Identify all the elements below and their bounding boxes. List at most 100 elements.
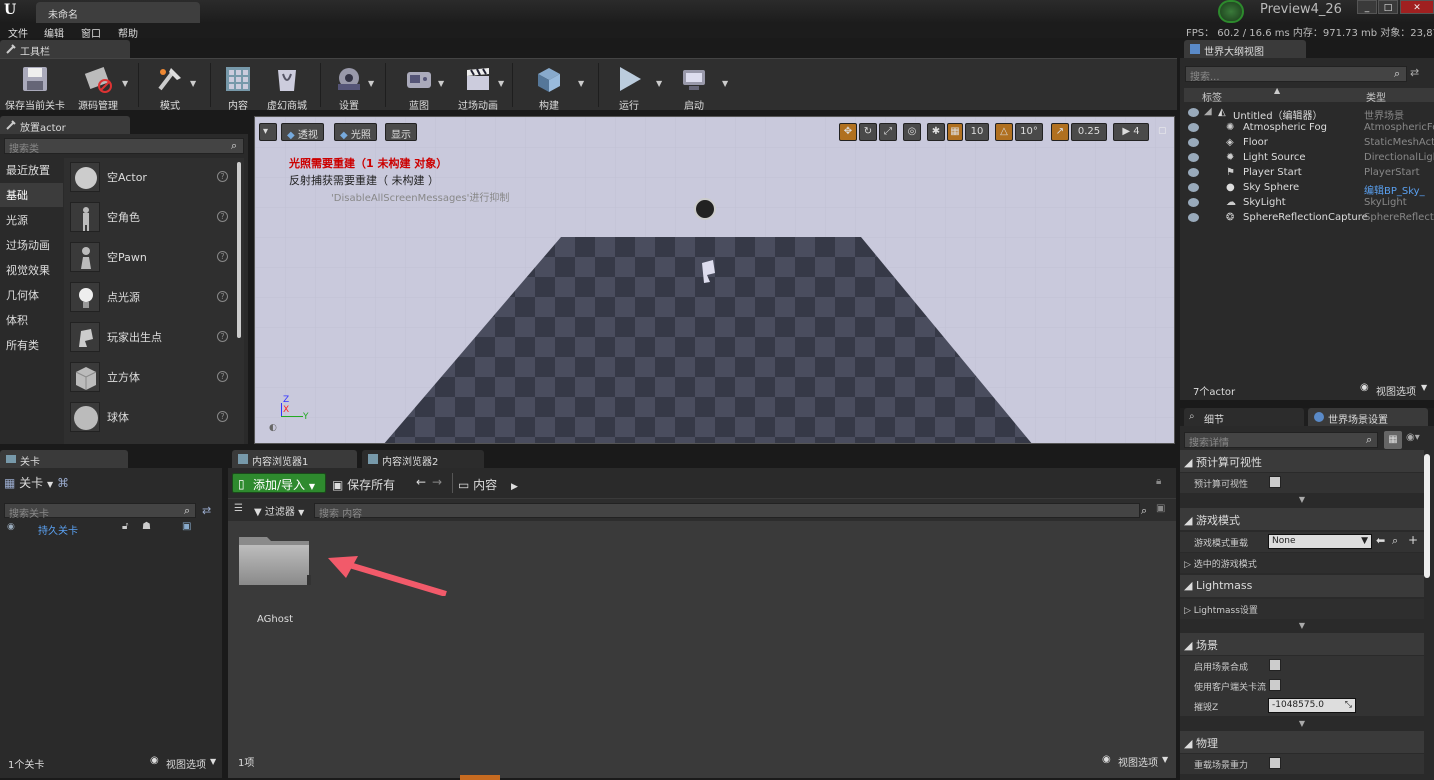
visibility-eye-icon[interactable]: [1188, 213, 1199, 222]
outliner-view-options[interactable]: 视图选项: [1376, 383, 1416, 398]
levels-details-icon[interactable]: ⌘: [57, 476, 69, 490]
folder-aghost-icon[interactable]: [237, 535, 311, 589]
rotate-tool-icon[interactable]: ↻: [859, 123, 877, 141]
chevron-down-icon[interactable]: ▼: [210, 757, 216, 766]
outliner-row-type-link[interactable]: 编辑BP_Sky_: [1364, 182, 1434, 197]
search-icon[interactable]: ⌕: [1366, 433, 1372, 447]
browse-icon[interactable]: ⌕: [1392, 534, 1398, 548]
category-visual-effects[interactable]: 视觉效果: [0, 258, 63, 282]
blueprint-button[interactable]: 蓝图: [394, 61, 444, 112]
category-lights[interactable]: 光源: [0, 208, 63, 232]
scrollbar[interactable]: [237, 162, 241, 338]
search-icon[interactable]: ⌕: [184, 504, 190, 518]
lock-icon[interactable]: 🔓︎: [122, 521, 128, 532]
settings-dropdown-icon[interactable]: ▼: [368, 79, 374, 88]
modes-dropdown-icon[interactable]: ▼: [190, 79, 196, 88]
outliner-row[interactable]: ☁ SkyLight SkyLight: [1180, 196, 1434, 211]
outliner-row[interactable]: ⚑ Player Start PlayerStart: [1180, 166, 1434, 181]
help-icon[interactable]: ?: [217, 331, 228, 342]
advanced-expand-icon[interactable]: ▼: [1180, 719, 1424, 729]
details-tab[interactable]: ⌕ 细节: [1184, 408, 1304, 426]
scale-tool-icon[interactable]: ⤢: [879, 123, 897, 141]
maximize-button[interactable]: □: [1378, 0, 1398, 14]
save-level-button[interactable]: 保存当前关卡: [2, 61, 68, 112]
world-settings-tab[interactable]: 世界场景设置: [1308, 408, 1428, 426]
back-arrow-icon[interactable]: ←: [416, 475, 426, 489]
blueprint-dropdown-icon[interactable]: ▼: [438, 79, 444, 88]
search-icon[interactable]: ⌕: [1141, 504, 1147, 518]
category-geometry[interactable]: 几何体: [0, 283, 63, 307]
use-selected-icon[interactable]: ⬅: [1376, 534, 1385, 547]
section-game-mode[interactable]: ◢ 游戏模式: [1180, 508, 1424, 530]
section-precomputed-visibility[interactable]: ◢ 预计算可视性: [1180, 450, 1424, 472]
menu-help[interactable]: 帮助: [118, 25, 138, 40]
outliner-row[interactable]: ◈ Floor StaticMeshAct: [1180, 136, 1434, 151]
grid-snap-icon[interactable]: ▦: [947, 123, 963, 141]
document-tab[interactable]: 未命名: [36, 2, 200, 23]
chevron-down-icon[interactable]: ▼: [1162, 755, 1168, 764]
help-icon[interactable]: ?: [217, 171, 228, 182]
grid-snap-value[interactable]: 10: [965, 123, 989, 141]
persistent-level-row[interactable]: ◉ 持久关卡 🔓︎ ☗ ▣: [0, 521, 222, 537]
outliner-root-row[interactable]: ◢ ◭ Untitled（编辑器） 世界场景: [1180, 106, 1434, 122]
outliner-search-input[interactable]: 搜索...: [1185, 66, 1407, 83]
column-type-header[interactable]: 类型: [1366, 89, 1386, 104]
play-dropdown-icon[interactable]: ▼: [656, 79, 662, 88]
translate-tool-icon[interactable]: ✥: [839, 123, 857, 141]
client-level-streaming-checkbox[interactable]: [1269, 679, 1281, 691]
search-icon[interactable]: ⌕: [1394, 67, 1400, 81]
content-button[interactable]: 内容: [214, 61, 262, 112]
world-composition-checkbox[interactable]: [1269, 659, 1281, 671]
visibility-eye-icon[interactable]: [1188, 123, 1199, 132]
world-outliner-tab[interactable]: 世界大纲视图: [1184, 40, 1306, 58]
category-basic[interactable]: 基础: [0, 183, 63, 207]
filters-button[interactable]: ▼ 过滤器 ▼: [254, 503, 304, 518]
place-item-empty-character[interactable]: 空角色 ?: [64, 198, 236, 236]
camera-speed-button[interactable]: ▶ 4: [1113, 123, 1149, 141]
world-local-icon[interactable]: ◎: [903, 123, 921, 141]
viewport-info-icon[interactable]: ◐: [269, 423, 277, 433]
content-browser-1-tab[interactable]: 内容浏览器1: [232, 450, 357, 468]
category-recent[interactable]: 最近放置: [0, 158, 63, 182]
section-lightmass[interactable]: ◢ Lightmass: [1180, 575, 1424, 597]
place-item-cube[interactable]: 立方体 ?: [64, 358, 236, 396]
visibility-eye-icon[interactable]: [1188, 183, 1199, 192]
scale-snap-icon[interactable]: ↗: [1051, 123, 1069, 141]
place-item-empty-actor[interactable]: 空Actor ?: [64, 158, 236, 196]
source-control-dropdown-icon[interactable]: ▼: [122, 79, 128, 88]
chevron-down-icon[interactable]: ▼: [1421, 383, 1427, 392]
column-label-header[interactable]: 标签: [1202, 89, 1222, 104]
section-world[interactable]: ◢ 场景: [1180, 633, 1424, 655]
class-search-input[interactable]: 搜索类: [4, 138, 244, 155]
build-dropdown-icon[interactable]: ▼: [578, 79, 584, 88]
source-control-status-icon[interactable]: [1218, 0, 1244, 23]
levels-tab[interactable]: 关卡: [0, 450, 128, 468]
kill-z-input[interactable]: -1048575.0 ⤡: [1268, 698, 1356, 713]
level-settings-icon[interactable]: ⇄: [202, 504, 211, 517]
content-browser-2-tab[interactable]: 内容浏览器2: [362, 450, 484, 468]
place-item-player-start[interactable]: 玩家出生点 ?: [64, 318, 236, 356]
outliner-row[interactable]: ● Sky Sphere 编辑BP_Sky_: [1180, 181, 1434, 197]
close-window-button[interactable]: ✕: [1400, 0, 1434, 14]
visibility-eye-icon[interactable]: ◉: [7, 522, 15, 532]
help-icon[interactable]: ?: [217, 251, 228, 262]
save-search-icon[interactable]: ▣: [1156, 503, 1165, 514]
cinematics-dropdown-icon[interactable]: ▼: [498, 79, 504, 88]
viewport-menu-button[interactable]: ▾: [259, 123, 277, 141]
place-item-sphere[interactable]: 球体 ?: [64, 398, 236, 436]
outliner-row[interactable]: ✺ Atmospheric Fog AtmosphericFo: [1180, 121, 1434, 136]
level-viewport[interactable]: ▾ ◆ 透视 ◆ 光照 显示 ✥ ↻ ⤢ ◎ ✱ ▦ 10 △ 10° ↗ 0.…: [254, 116, 1175, 444]
eye-dropdown-icon[interactable]: ◉▾: [1406, 432, 1420, 443]
cinematics-button[interactable]: 过场动画: [452, 61, 504, 112]
scrollbar[interactable]: [1424, 454, 1430, 578]
category-volumes[interactable]: 体积: [0, 308, 63, 332]
forward-arrow-icon[interactable]: →: [432, 475, 442, 489]
lock-icon[interactable]: 🔒︎: [1156, 476, 1161, 487]
add-import-button[interactable]: ▯ 添加/导入 ▼: [232, 473, 326, 493]
property-row[interactable]: ▷ Lightmass设置: [1180, 599, 1424, 619]
settings-button[interactable]: 设置: [324, 61, 374, 112]
help-icon[interactable]: ?: [217, 211, 228, 222]
save-all-button[interactable]: ▣ 保存所有: [332, 476, 395, 493]
outliner-settings-icon[interactable]: ⇄: [1410, 66, 1419, 79]
search-icon[interactable]: ⌕: [231, 139, 237, 153]
